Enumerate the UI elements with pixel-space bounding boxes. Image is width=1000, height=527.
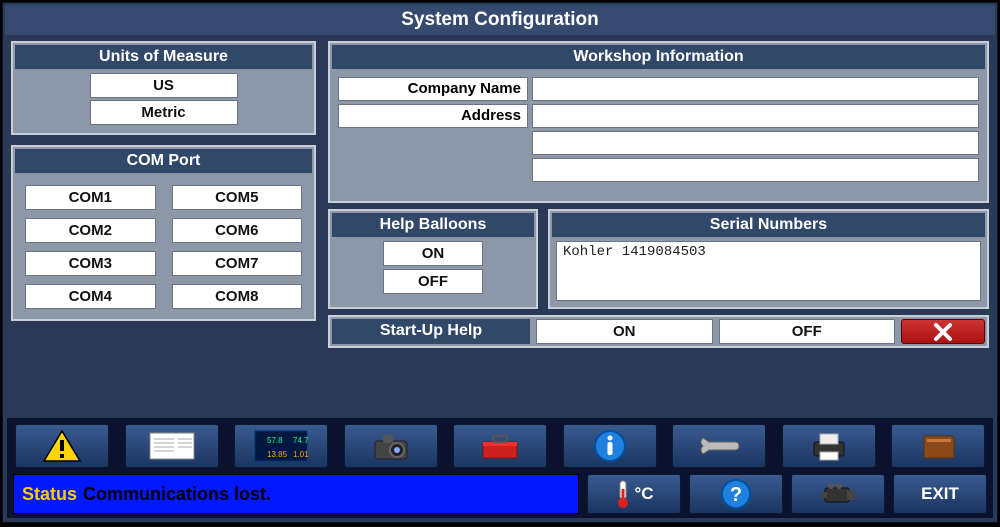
engine-icon: [819, 480, 857, 508]
help-balloons-on-button[interactable]: ON: [383, 241, 483, 266]
close-icon: [932, 321, 954, 343]
help-balloons-off-button[interactable]: OFF: [383, 269, 483, 294]
startup-on-button[interactable]: ON: [536, 319, 713, 344]
toolbox-icon: [479, 432, 521, 460]
status-bar: Status Communications lost.: [13, 474, 579, 514]
warning-icon: [42, 429, 82, 463]
wrench-button[interactable]: [672, 424, 766, 468]
exit-label: EXIT: [921, 484, 959, 504]
book-button[interactable]: [891, 424, 985, 468]
info-button[interactable]: [563, 424, 657, 468]
engine-button[interactable]: [791, 474, 885, 514]
temperature-button[interactable]: °C: [587, 474, 681, 514]
company-name-label: Company Name: [338, 77, 528, 101]
help-button[interactable]: ?: [689, 474, 783, 514]
status-message: Communications lost.: [83, 484, 271, 505]
units-metric-button[interactable]: Metric: [90, 100, 238, 125]
wrench-icon: [697, 434, 741, 458]
svg-text:57.8: 57.8: [267, 436, 283, 445]
warning-button[interactable]: [15, 424, 109, 468]
address-input-1[interactable]: [532, 104, 979, 128]
page-title: System Configuration: [5, 5, 995, 35]
svg-text:1.015: 1.015: [293, 450, 309, 459]
com2-button[interactable]: COM2: [25, 218, 156, 243]
com5-button[interactable]: COM5: [172, 185, 303, 210]
com-port-header: COM Port: [15, 149, 312, 173]
serial-numbers-header: Serial Numbers: [552, 213, 985, 237]
workshop-panel: Workshop Information Company Name Addres…: [328, 41, 989, 203]
company-name-input[interactable]: [532, 77, 979, 101]
startup-off-button[interactable]: OFF: [719, 319, 896, 344]
thermometer-icon: [614, 479, 632, 509]
gauge-icon: 57.8 74.7 13.85 1.015: [253, 429, 309, 463]
help-balloons-panel: Help Balloons ON OFF: [328, 209, 538, 309]
document-icon: [146, 429, 198, 463]
toolbox-button[interactable]: [453, 424, 547, 468]
address-input-3[interactable]: [532, 158, 979, 182]
document-button[interactable]: [125, 424, 219, 468]
com6-button[interactable]: COM6: [172, 218, 303, 243]
serial-numbers-panel: Serial Numbers Kohler 1419084503: [548, 209, 989, 309]
temperature-label: °C: [634, 484, 653, 504]
com8-button[interactable]: COM8: [172, 284, 303, 309]
address-label: Address: [338, 104, 528, 128]
com3-button[interactable]: COM3: [25, 251, 156, 276]
exit-button[interactable]: EXIT: [893, 474, 987, 514]
com-port-panel: COM Port COM1 COM5 COM2 COM6 COM3 COM7 C…: [11, 145, 316, 321]
svg-text:13.85: 13.85: [267, 450, 288, 459]
printer-icon: [810, 430, 848, 462]
startup-help-panel: Start-Up Help ON OFF: [328, 315, 989, 348]
info-icon: [593, 429, 627, 463]
serial-numbers-text: Kohler 1419084503: [556, 241, 981, 301]
address-input-2[interactable]: [532, 131, 979, 155]
printer-button[interactable]: [782, 424, 876, 468]
camera-button[interactable]: [344, 424, 438, 468]
com7-button[interactable]: COM7: [172, 251, 303, 276]
startup-help-label: Start-Up Help: [332, 319, 530, 344]
bottom-toolbar: 57.8 74.7 13.85 1.015 Status: [7, 418, 993, 518]
com1-button[interactable]: COM1: [25, 185, 156, 210]
status-label: Status: [22, 484, 77, 505]
book-icon: [920, 432, 956, 460]
svg-text:74.7: 74.7: [293, 436, 309, 445]
gauge-button[interactable]: 57.8 74.7 13.85 1.015: [234, 424, 328, 468]
units-header: Units of Measure: [15, 45, 312, 69]
units-of-measure-panel: Units of Measure US Metric: [11, 41, 316, 135]
camera-icon: [371, 431, 411, 461]
com4-button[interactable]: COM4: [25, 284, 156, 309]
help-balloons-header: Help Balloons: [332, 213, 534, 237]
workshop-header: Workshop Information: [332, 45, 985, 69]
units-us-button[interactable]: US: [90, 73, 238, 98]
close-button[interactable]: [901, 319, 985, 344]
question-icon: ?: [720, 478, 752, 510]
svg-text:?: ?: [730, 484, 742, 506]
